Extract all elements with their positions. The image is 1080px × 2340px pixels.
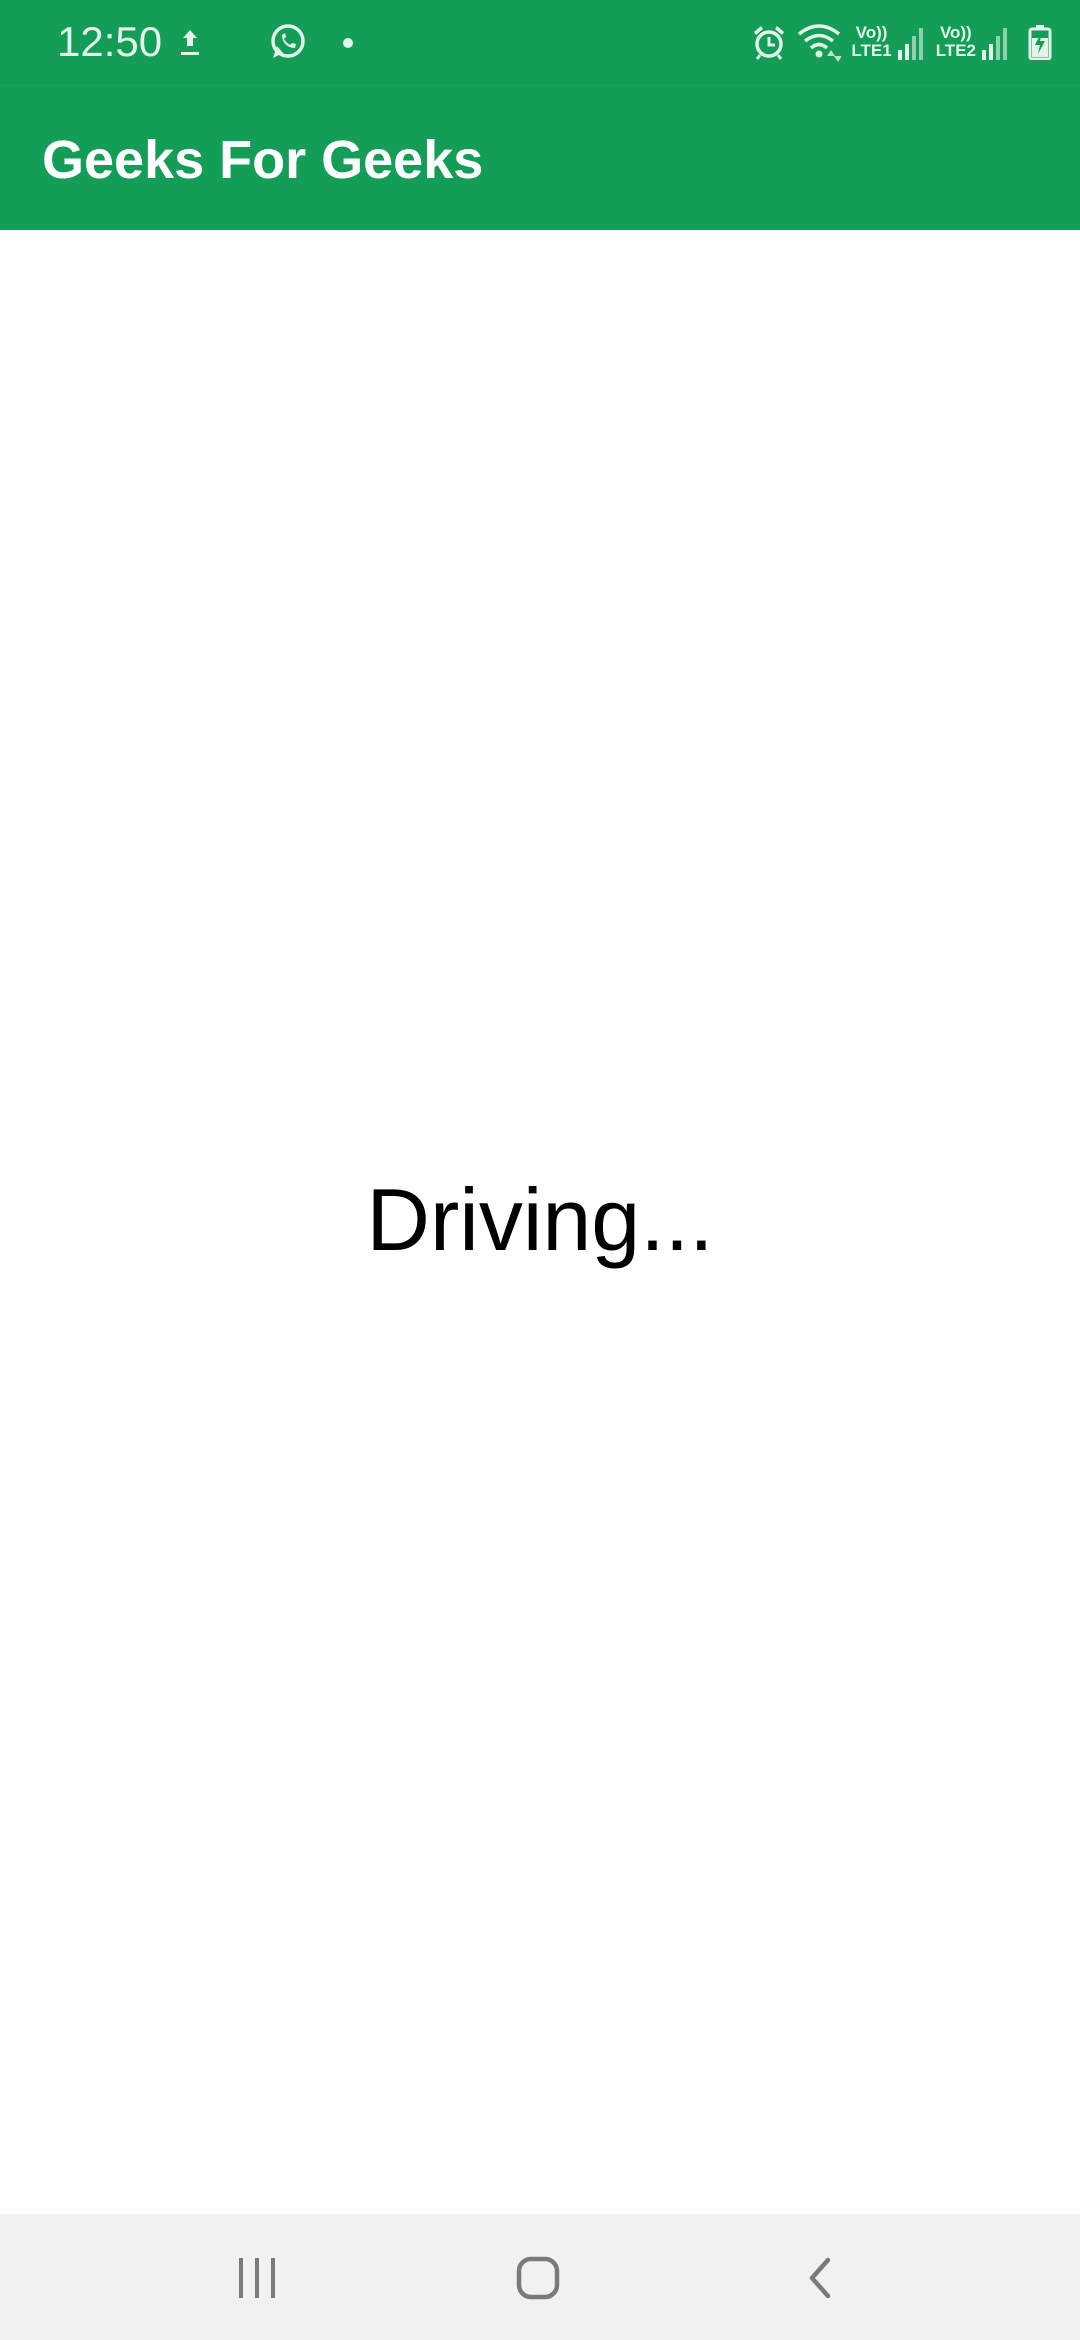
notification-dot-icon xyxy=(342,36,354,48)
wifi-icon xyxy=(797,22,843,62)
battery-charging-icon xyxy=(1028,24,1052,61)
sim1-lte-label: LTE1 xyxy=(851,41,892,60)
status-right-icons: Vo)) LTE1 Vo)) LTE2 xyxy=(741,16,1052,68)
status-message: Driving... xyxy=(366,1170,714,1269)
main-content: Driving... xyxy=(0,230,1080,2214)
sim1-indicator: Vo)) LTE1 xyxy=(851,24,925,60)
signal-icon xyxy=(980,26,1010,60)
sim2-volte-label: Vo)) xyxy=(939,23,972,42)
home-icon xyxy=(514,2254,562,2302)
recent-apps-button[interactable] xyxy=(207,2236,307,2320)
recent-apps-icon xyxy=(235,2256,279,2300)
status-left-icons xyxy=(176,20,354,64)
home-button[interactable] xyxy=(488,2236,588,2320)
navigation-bar xyxy=(0,2214,1080,2340)
upload-icon xyxy=(176,24,204,60)
status-bar: 12:50 Vo)) LTE1 Vo)) LTE2 xyxy=(0,0,1080,84)
back-button[interactable] xyxy=(770,2236,870,2320)
signal-icon xyxy=(896,26,926,60)
status-time: 12:50 xyxy=(57,18,163,65)
whatsapp-icon xyxy=(268,22,308,62)
sim1-volte-label: Vo)) xyxy=(855,23,888,42)
back-icon xyxy=(800,2254,840,2302)
app-bar: Geeks For Geeks xyxy=(0,84,1080,230)
sim2-indicator: Vo)) LTE2 xyxy=(936,24,1010,60)
sim2-lte-label: LTE2 xyxy=(935,41,976,60)
app-title: Geeks For Geeks xyxy=(42,130,484,190)
alarm-icon xyxy=(751,22,787,62)
